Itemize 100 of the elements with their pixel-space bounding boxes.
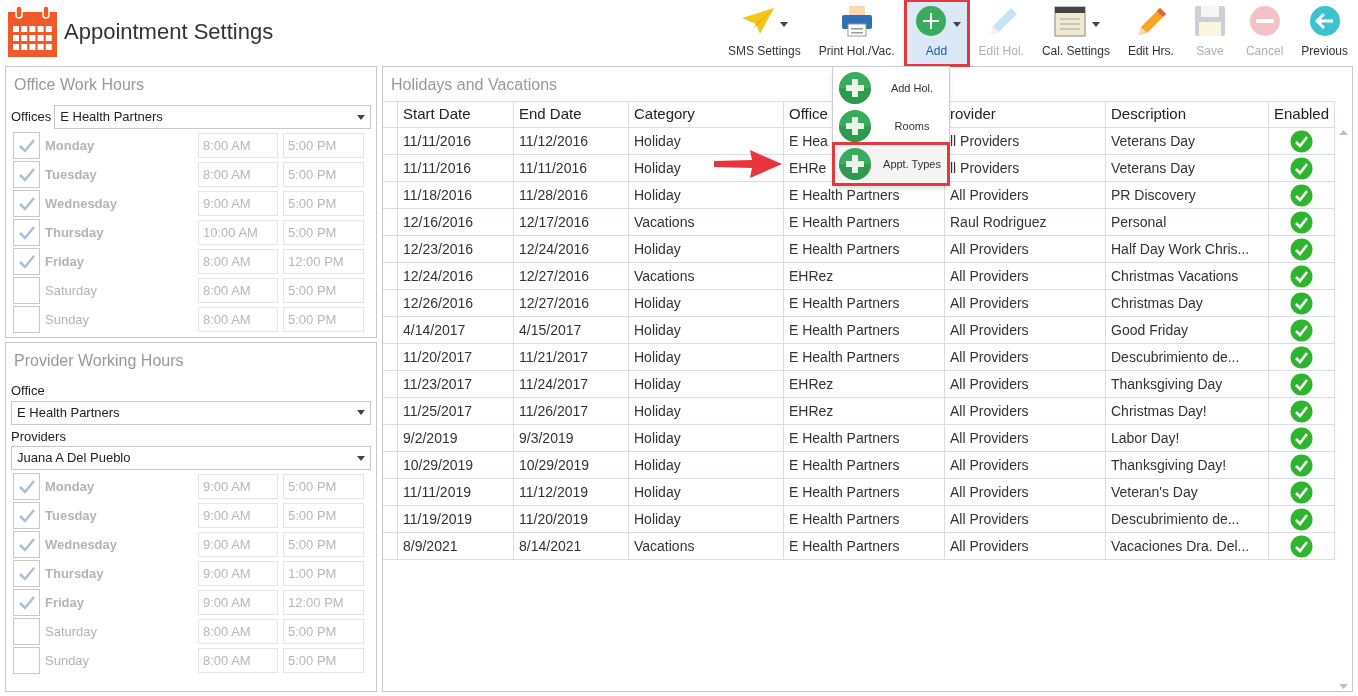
table-cell: All Providers bbox=[945, 344, 1106, 370]
caret-icon bbox=[780, 21, 789, 27]
table-cell: 11/11/2016 bbox=[398, 128, 514, 154]
table-cell: Good Friday bbox=[1106, 317, 1269, 343]
table-cell: All Providers bbox=[945, 398, 1106, 424]
table-cell: 11/23/2017 bbox=[398, 371, 514, 397]
table-cell: Christmas Day! bbox=[1106, 398, 1269, 424]
table-cell: 11/12/2019 bbox=[514, 479, 629, 505]
table-cell: Vacations bbox=[629, 263, 784, 289]
day-label: Monday bbox=[45, 136, 96, 155]
column-header[interactable]: Start Date bbox=[398, 102, 514, 127]
day-label: Sunday bbox=[45, 651, 91, 670]
table-cell: Holiday bbox=[629, 398, 784, 424]
table-cell: 12/27/2016 bbox=[514, 290, 629, 316]
checkmark-icon bbox=[17, 195, 36, 212]
table-cell: All Providers bbox=[945, 236, 1106, 262]
checkmark-icon bbox=[17, 253, 36, 270]
toolbar-button[interactable]: Print Hol./Vac. bbox=[812, 2, 901, 64]
column-header[interactable]: End Date bbox=[514, 102, 629, 127]
toolbar-button[interactable]: Edit Hrs. bbox=[1121, 2, 1180, 64]
day-label: Saturday bbox=[45, 622, 99, 641]
day-label: Thursday bbox=[45, 564, 105, 583]
toolbar-button[interactable]: SMS Settings bbox=[722, 2, 807, 64]
checkmark-icon bbox=[17, 166, 36, 183]
table-cell: 10/29/2019 bbox=[398, 452, 514, 478]
page-title: Appointment Settings bbox=[64, 17, 274, 46]
toolbar-button[interactable]: Cal. Settings bbox=[1035, 2, 1116, 64]
table-cell: 11/11/2016 bbox=[398, 155, 514, 181]
calendar-icon bbox=[7, 4, 58, 58]
table-cell: 11/11/2019 bbox=[398, 479, 514, 505]
table-cell: Descubrimiento de... bbox=[1106, 506, 1269, 532]
table-cell: Raul Rodriguez bbox=[945, 209, 1106, 235]
table-cell: Holiday bbox=[629, 506, 784, 532]
table-cell: 10/29/2019 bbox=[514, 452, 629, 478]
field-label: Providers bbox=[11, 427, 67, 446]
day-label: Sunday bbox=[45, 310, 91, 329]
table-cell: Holiday bbox=[629, 479, 784, 505]
table-cell: Vacaciones Dra. Del... bbox=[1106, 533, 1269, 559]
table-cell: Thanksgiving Day! bbox=[1106, 452, 1269, 478]
table-cell: 12/24/2016 bbox=[398, 263, 514, 289]
table-cell: EHRez bbox=[784, 263, 945, 289]
menu-item[interactable]: Add Hol. bbox=[835, 69, 947, 107]
table-cell: 11/20/2019 bbox=[514, 506, 629, 532]
table-cell: 9/3/2019 bbox=[514, 425, 629, 451]
table-cell: Half Day Work Chris... bbox=[1106, 236, 1269, 262]
table-cell: 12/27/2016 bbox=[514, 263, 629, 289]
arrow-annotation bbox=[712, 147, 784, 181]
table-cell: EHRez bbox=[784, 371, 945, 397]
column-header[interactable]: Description bbox=[1106, 102, 1269, 127]
table-cell: 12/16/2016 bbox=[398, 209, 514, 235]
column-header[interactable]: Category bbox=[629, 102, 784, 127]
table-cell: Labor Day! bbox=[1106, 425, 1269, 451]
table-cell: E Health Partners bbox=[784, 425, 945, 451]
table-cell: Holiday bbox=[629, 236, 784, 262]
day-label: Tuesday bbox=[45, 165, 98, 184]
table-cell: Vacations bbox=[629, 533, 784, 559]
checkmark-icon bbox=[17, 478, 36, 495]
day-label: Thursday bbox=[45, 223, 105, 242]
table-cell: Holiday bbox=[629, 344, 784, 370]
toolbar-button[interactable]: Add bbox=[906, 2, 967, 64]
column-header[interactable]: Enabled bbox=[1269, 102, 1335, 127]
field-label: Offices bbox=[11, 108, 52, 127]
table-cell: 11/21/2017 bbox=[514, 344, 629, 370]
table-cell: Descubrimiento de... bbox=[1106, 344, 1269, 370]
panel-title: Provider Working Hours bbox=[13, 351, 185, 371]
table-cell: 4/14/2017 bbox=[398, 317, 514, 343]
table-cell: PR Discovery bbox=[1106, 182, 1269, 208]
table-cell: Veteran's Day bbox=[1106, 479, 1269, 505]
day-label: Wednesday bbox=[45, 535, 118, 554]
table-cell: E Health Partners bbox=[784, 506, 945, 532]
panel-title: Holidays and Vacations bbox=[390, 75, 559, 95]
table-cell: All Providers bbox=[945, 506, 1106, 532]
table-cell: Christmas Vacations bbox=[1106, 263, 1269, 289]
table-cell: Holiday bbox=[629, 182, 784, 208]
notepad-icon bbox=[1051, 4, 1088, 38]
table-cell: 9/2/2019 bbox=[398, 425, 514, 451]
table-cell: All Providers bbox=[945, 533, 1106, 559]
menu-item[interactable]: Appt. Types bbox=[835, 145, 947, 183]
table-cell: 8/9/2021 bbox=[398, 533, 514, 559]
table-cell: 12/26/2016 bbox=[398, 290, 514, 316]
checkmark-icon bbox=[17, 137, 36, 154]
checkmark-icon bbox=[17, 536, 36, 553]
table-cell: Christmas Day bbox=[1106, 290, 1269, 316]
table-cell: Veterans Day bbox=[1106, 155, 1269, 181]
table-cell: 11/20/2017 bbox=[398, 344, 514, 370]
checkmark-icon bbox=[17, 224, 36, 241]
plus-icon bbox=[838, 147, 872, 181]
day-label: Friday bbox=[45, 593, 85, 612]
table-cell: 11/19/2019 bbox=[398, 506, 514, 532]
table-cell: Veterans Day bbox=[1106, 128, 1269, 154]
toolbar-button[interactable]: Previous bbox=[1295, 2, 1354, 64]
table-cell: 11/28/2016 bbox=[514, 182, 629, 208]
table-cell: Vacations bbox=[629, 209, 784, 235]
table-cell: Holiday bbox=[629, 317, 784, 343]
caret-icon bbox=[357, 410, 365, 415]
table-cell: 11/26/2017 bbox=[514, 398, 629, 424]
table-cell: E Health Partners bbox=[784, 479, 945, 505]
table-cell: 12/24/2016 bbox=[514, 236, 629, 262]
checkmark-icon bbox=[17, 565, 36, 582]
table-cell: E Health Partners bbox=[784, 317, 945, 343]
